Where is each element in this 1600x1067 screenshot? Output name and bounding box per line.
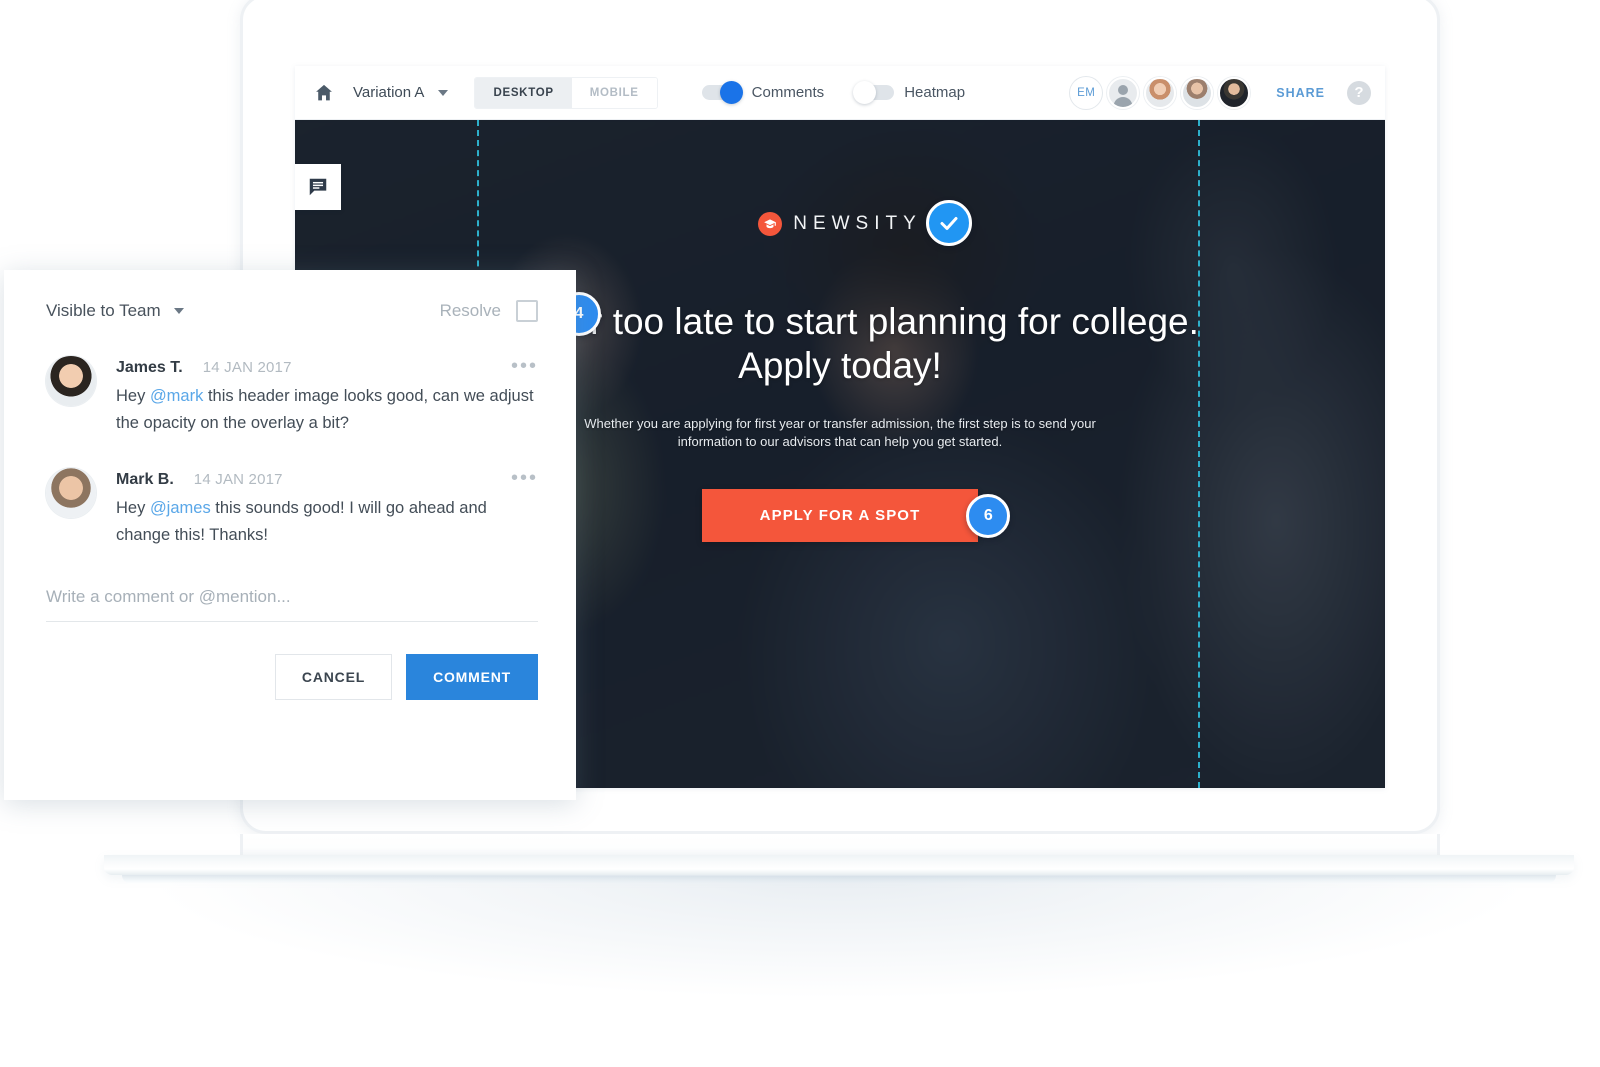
comment-meta: James T. 14 JAN 2017 ••• xyxy=(116,356,538,377)
comment-author: James T. xyxy=(116,359,183,376)
comment-text-before: Hey xyxy=(116,387,150,405)
comment-meta: Mark B. 14 JAN 2017 ••• xyxy=(116,468,538,489)
comments-toggle-track[interactable] xyxy=(701,81,743,104)
visibility-selector[interactable]: Visible to Team xyxy=(46,301,184,321)
avatar xyxy=(46,356,96,406)
avatar-photo-3[interactable] xyxy=(1218,76,1251,109)
comments-toggle[interactable]: Comments xyxy=(701,81,825,104)
avatar-photo-2[interactable] xyxy=(1181,76,1214,109)
comment-body: Mark B. 14 JAN 2017 ••• Hey @james this … xyxy=(116,468,538,548)
comment-text-before: Hey xyxy=(116,499,150,518)
avatar-photo-1[interactable] xyxy=(1144,76,1177,109)
comment-author: Mark B. xyxy=(116,471,174,489)
comment-body: James T. 14 JAN 2017 ••• Hey @mark this … xyxy=(116,356,538,436)
visibility-label: Visible to Team xyxy=(46,301,161,320)
comment-panel-actions: CANCEL COMMENT xyxy=(46,653,538,700)
check-icon xyxy=(940,217,958,230)
more-horizontal-icon[interactable]: ••• xyxy=(511,356,538,376)
variation-label: Variation A xyxy=(353,84,425,101)
graduation-cap-icon xyxy=(758,212,783,236)
chevron-down-icon xyxy=(173,308,184,314)
comment-text: Hey @mark this header image looks good, … xyxy=(116,383,538,436)
comment-input[interactable] xyxy=(46,580,538,622)
resolve-label: Resolve xyxy=(439,301,501,320)
avatar xyxy=(46,468,96,519)
desk-reflection xyxy=(160,876,1520,996)
comments-toggle-label: Comments xyxy=(751,84,825,101)
comment-item: James T. 14 JAN 2017 ••• Hey @mark this … xyxy=(46,356,538,436)
cta-wrapper: APPLY FOR A SPOT 6 xyxy=(701,489,1011,543)
laptop-base xyxy=(104,855,1574,884)
comment-panel-header: Visible to Team Resolve xyxy=(46,300,538,322)
segment-desktop[interactable]: DESKTOP xyxy=(475,77,572,108)
screenshot-root: Variation A DESKTOP MOBILE Comments Heat… xyxy=(0,0,1600,1067)
segment-mobile[interactable]: MOBILE xyxy=(571,77,657,108)
comment-text: Hey @james this sounds good! I will go a… xyxy=(116,495,538,548)
cancel-button[interactable]: CANCEL xyxy=(274,653,393,700)
comments-toggle-knob xyxy=(719,81,743,104)
resolve-checkbox[interactable] xyxy=(516,300,538,322)
comment-submit-button[interactable]: COMMENT xyxy=(406,653,538,700)
variation-selector[interactable]: Variation A xyxy=(353,84,449,101)
home-icon[interactable] xyxy=(311,80,337,106)
device-segmented-control[interactable]: DESKTOP MOBILE xyxy=(474,76,658,109)
newsity-logo: NEWSITY xyxy=(295,200,1385,246)
apply-button[interactable]: APPLY FOR A SPOT xyxy=(701,489,979,543)
brand-name: NEWSITY xyxy=(793,213,922,234)
help-icon[interactable]: ? xyxy=(1347,80,1371,105)
heatmap-toggle-label: Heatmap xyxy=(904,84,966,101)
resolve-control[interactable]: Resolve xyxy=(440,300,538,322)
comment-pin-6[interactable]: 6 xyxy=(966,493,1011,538)
heatmap-toggle-knob xyxy=(853,81,877,104)
toolbar-right: EM SHARE ? xyxy=(1065,76,1371,109)
more-horizontal-icon[interactable]: ••• xyxy=(511,468,538,488)
comment-item: Mark B. 14 JAN 2017 ••• Hey @james this … xyxy=(46,468,538,548)
avatar-placeholder[interactable] xyxy=(1107,76,1140,109)
hero-subcopy: Whether you are applying for first year … xyxy=(584,416,1096,450)
avatar-initials[interactable]: EM xyxy=(1070,76,1103,109)
comment-date: 14 JAN 2017 xyxy=(202,359,292,376)
chevron-down-icon xyxy=(438,89,449,96)
comment-panel: Visible to Team Resolve James T. 14 JAN … xyxy=(4,270,576,800)
share-button[interactable]: SHARE xyxy=(1276,86,1325,100)
comment-mention[interactable]: @james xyxy=(150,499,211,517)
comment-date: 14 JAN 2017 xyxy=(193,471,283,489)
app-toolbar: Variation A DESKTOP MOBILE Comments Heat… xyxy=(295,66,1385,120)
heatmap-toggle[interactable]: Heatmap xyxy=(853,81,966,104)
comment-mention[interactable]: @mark xyxy=(150,387,203,405)
check-badge[interactable] xyxy=(926,200,972,246)
heatmap-toggle-track[interactable] xyxy=(853,81,895,104)
comment-input-wrapper xyxy=(46,580,538,622)
